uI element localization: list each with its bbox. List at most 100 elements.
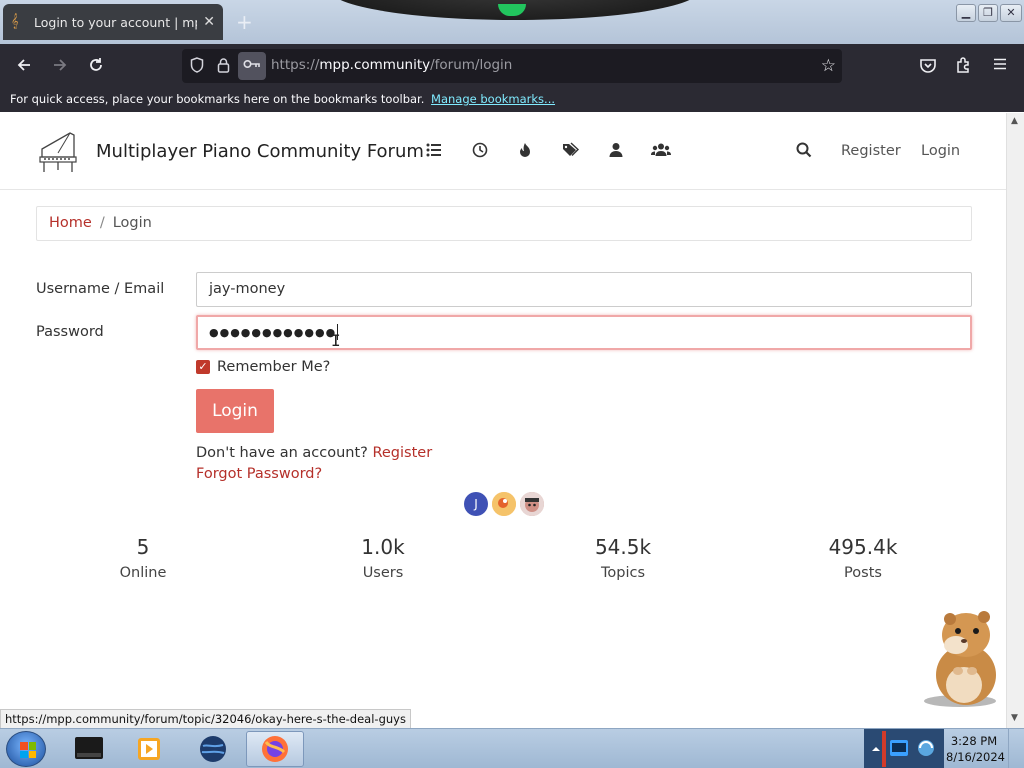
- new-tab-button[interactable]: +: [236, 10, 253, 34]
- remember-me-label[interactable]: Remember Me?: [217, 359, 330, 375]
- restore-button[interactable]: ❐: [978, 4, 998, 22]
- stat-value: 495.4k: [828, 535, 898, 559]
- taskbar-clock[interactable]: 3:28 PM 8/16/2024: [946, 733, 1005, 765]
- stat-users: 1.0k Users: [313, 535, 453, 581]
- browser-navbar: https://mpp.community/forum/login ☆: [0, 44, 1024, 88]
- extensions-button[interactable]: [954, 56, 974, 79]
- register-link[interactable]: Register: [372, 445, 432, 461]
- breadcrumb-current: Login: [112, 215, 152, 231]
- url-text[interactable]: https://mpp.community/forum/login: [271, 57, 512, 73]
- tray-icons[interactable]: [864, 729, 944, 768]
- stat-value: 1.0k: [361, 535, 405, 559]
- taskbar-app-piano[interactable]: [60, 731, 118, 767]
- minimize-button[interactable]: ▁: [956, 4, 976, 22]
- site-title[interactable]: Multiplayer Piano Community Forum: [96, 141, 424, 162]
- taskbar-app-globe[interactable]: [184, 731, 242, 767]
- show-desktop-button[interactable]: [1008, 729, 1024, 768]
- system-tray: [864, 729, 944, 768]
- stat-label: Posts: [844, 565, 882, 581]
- avatar-image: [492, 492, 516, 516]
- ibeam-cursor-icon: I: [331, 331, 341, 350]
- piano-logo-icon[interactable]: [36, 127, 80, 175]
- browser-titlebar: 𝄞 Login to your account | mpp.co ✕ + ▁ ❐…: [0, 0, 1024, 44]
- tab-title: Login to your account | mpp.co: [34, 14, 197, 30]
- url-host: mpp.community: [319, 57, 431, 73]
- username-input[interactable]: jay-money: [196, 272, 972, 307]
- scroll-up-icon[interactable]: ▲: [1011, 116, 1018, 126]
- online-avatars: J: [464, 492, 544, 516]
- bookmarks-hint: For quick access, place your bookmarks h…: [10, 92, 425, 106]
- close-window-button[interactable]: ✕: [1000, 4, 1022, 22]
- clock-date: 8/16/2024: [946, 750, 1005, 764]
- stat-topics: 54.5k Topics: [553, 535, 693, 581]
- tags-icon[interactable]: [561, 142, 581, 162]
- categories-icon[interactable]: [424, 142, 444, 162]
- link-status-bar: https://mpp.community/forum/topic/32046/…: [0, 709, 411, 729]
- treble-clef-icon: 𝄞: [11, 14, 19, 29]
- start-button[interactable]: [6, 731, 46, 767]
- piano-app-icon: [75, 737, 103, 759]
- header-register-link[interactable]: Register: [841, 143, 901, 159]
- forward-arrow-icon: [54, 59, 67, 71]
- browser-tab-active[interactable]: 𝄞 Login to your account | mpp.co ✕: [3, 4, 223, 40]
- remember-me-row[interactable]: ✓ Remember Me?: [196, 359, 330, 375]
- breadcrumb-separator: /: [99, 215, 105, 231]
- back-button[interactable]: [14, 56, 34, 79]
- window-controls: ▁ ❐ ✕: [956, 4, 1022, 22]
- breadcrumb: Home / Login: [36, 206, 972, 241]
- windows-logo-icon: [20, 742, 36, 758]
- user-icon[interactable]: [606, 142, 626, 162]
- stat-label: Topics: [600, 565, 646, 581]
- firefox-icon: [262, 736, 288, 762]
- shield-icon[interactable]: [190, 57, 204, 78]
- forward-button[interactable]: [50, 56, 70, 79]
- stat-online: 5 Online: [73, 535, 213, 581]
- header-login-link[interactable]: Login: [921, 143, 960, 159]
- avatar[interactable]: [520, 492, 544, 516]
- taskbar-app-firefox[interactable]: [246, 731, 304, 767]
- taskbar-app-media[interactable]: [120, 731, 178, 767]
- groups-icon[interactable]: [651, 142, 671, 162]
- media-player-icon: [138, 738, 160, 760]
- remember-me-checkbox[interactable]: ✓: [196, 360, 210, 374]
- menu-button[interactable]: [990, 56, 1010, 77]
- login-button[interactable]: Login: [196, 389, 274, 433]
- username-label: Username / Email: [36, 281, 165, 297]
- avatar[interactable]: J: [464, 492, 488, 516]
- url-path: /forum/login: [430, 57, 513, 73]
- password-value: ●●●●●●●●●●●●: [209, 326, 337, 339]
- puzzle-icon: [957, 57, 969, 73]
- close-tab-icon[interactable]: ✕: [203, 14, 215, 30]
- reload-button[interactable]: [86, 56, 106, 79]
- password-label: Password: [36, 324, 104, 340]
- site-header: Multiplayer Piano Community Forum Regist…: [0, 113, 1006, 190]
- back-arrow-icon: [17, 59, 30, 71]
- pocket-button[interactable]: [918, 56, 938, 79]
- page-scrollbar[interactable]: ▲ ▼: [1006, 113, 1024, 728]
- manage-bookmarks-link[interactable]: Manage bookmarks...: [431, 92, 555, 106]
- search-icon[interactable]: [794, 142, 814, 162]
- hamster-image: [924, 611, 996, 707]
- key-icon[interactable]: [238, 52, 266, 80]
- stat-posts: 495.4k Posts: [793, 535, 933, 581]
- lock-icon[interactable]: [217, 57, 230, 78]
- no-account-row: Don't have an account? Register: [196, 445, 432, 461]
- hamburger-icon: [994, 58, 1006, 70]
- stat-value: 5: [136, 535, 150, 559]
- stat-label: Online: [119, 565, 167, 581]
- password-input[interactable]: ●●●●●●●●●●●●: [196, 315, 972, 350]
- popular-fire-icon[interactable]: [515, 142, 535, 162]
- stat-label: Users: [362, 565, 404, 581]
- no-account-text: Don't have an account?: [196, 445, 368, 461]
- bookmark-star-icon[interactable]: ☆: [821, 56, 836, 76]
- scroll-down-icon[interactable]: ▼: [1011, 713, 1018, 723]
- breadcrumb-home[interactable]: Home: [49, 215, 92, 231]
- avatar[interactable]: [492, 492, 516, 516]
- url-bar[interactable]: https://mpp.community/forum/login ☆: [182, 49, 842, 83]
- forgot-password-link[interactable]: Forgot Password?: [196, 466, 322, 482]
- clock-time: 3:28 PM: [950, 734, 998, 748]
- recent-icon[interactable]: [470, 142, 490, 162]
- pocket-icon: [920, 59, 936, 73]
- globe-icon: [200, 736, 226, 762]
- reload-icon: [90, 58, 102, 71]
